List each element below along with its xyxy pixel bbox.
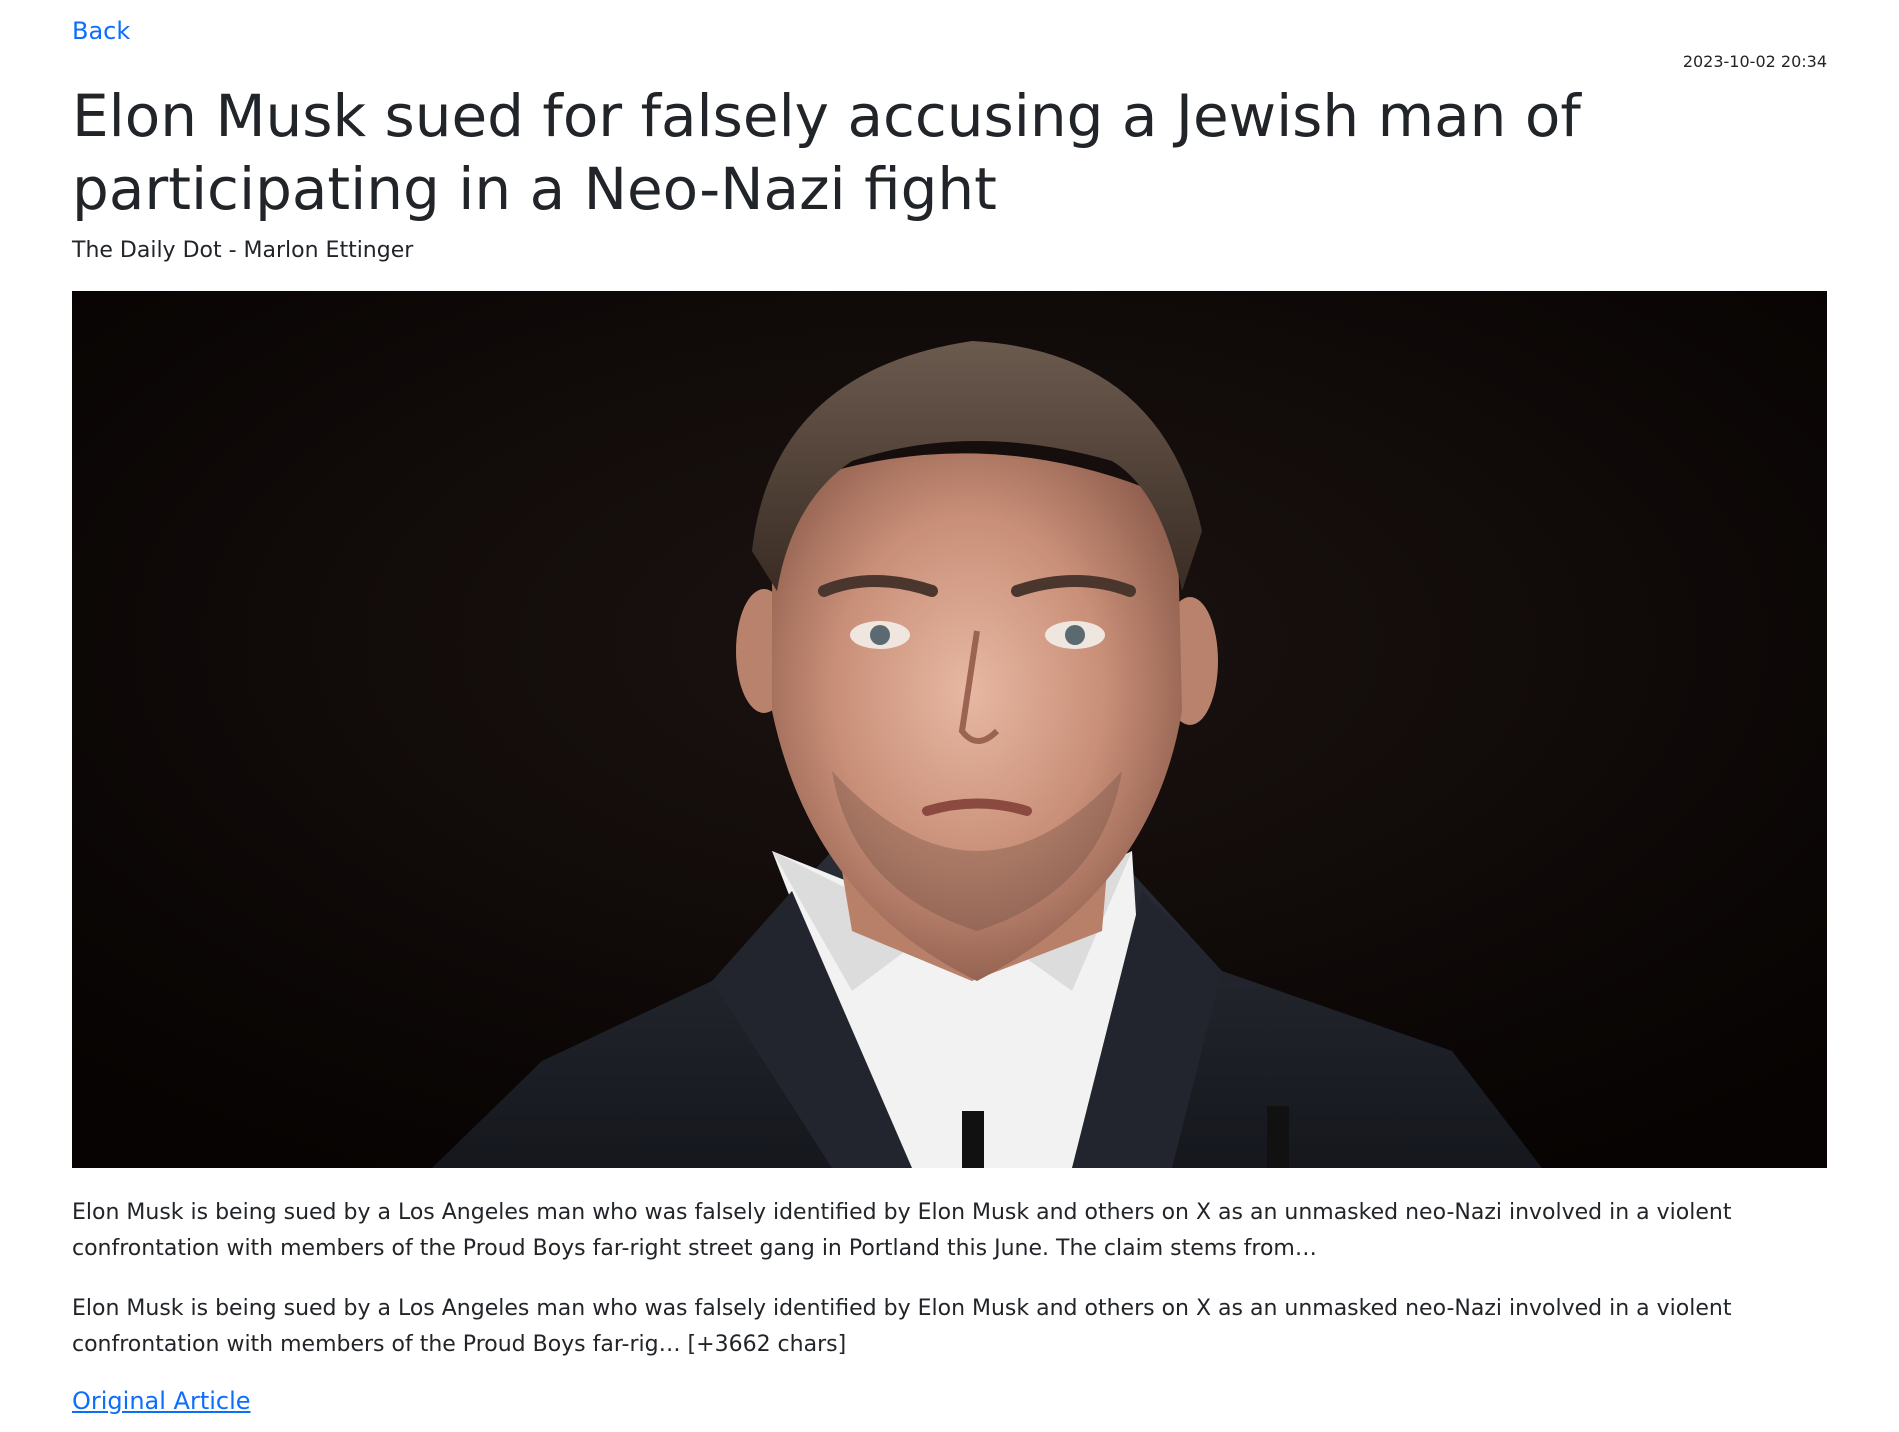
article-description: Elon Musk is being sued by a Los Angeles… (72, 1200, 1732, 1261)
article-byline: The Daily Dot - Marlon Ettinger (72, 238, 414, 263)
article-timestamp: 2023-10-02 20:34 (1682, 52, 1827, 71)
original-article-link[interactable]: Original Article (72, 1386, 251, 1416)
article-title: Elon Musk sued for falsely accusing a Je… (72, 82, 1581, 223)
portrait-photo (72, 291, 1827, 1168)
back-link[interactable]: Back (72, 16, 130, 46)
article-image (72, 291, 1827, 1168)
article-content: Elon Musk is being sued by a Los Angeles… (72, 1296, 1732, 1357)
article-page: Back 2023-10-02 20:34 Elon Musk sued for… (0, 0, 1899, 1432)
